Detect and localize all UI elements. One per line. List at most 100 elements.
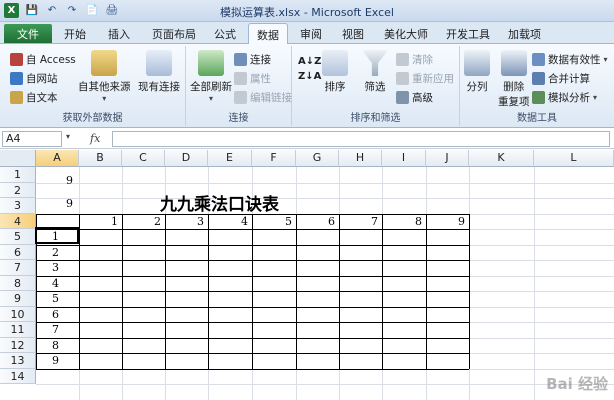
select-all-corner[interactable]	[0, 150, 36, 167]
row-header-1[interactable]: 1	[0, 167, 36, 183]
tab-data[interactable]: 数据	[248, 23, 288, 44]
column-header-l[interactable]: L	[534, 150, 614, 167]
refresh-all-button[interactable]: 全部刷新 ▾	[190, 50, 232, 103]
tab-home[interactable]: 开始	[64, 26, 86, 42]
name-box-dropdown-icon[interactable]: ▾	[66, 132, 70, 141]
header-row-cell[interactable]: 2	[122, 215, 161, 228]
data-validation-icon	[532, 53, 545, 66]
group-label: 排序和筛选	[350, 113, 401, 124]
column-header-b[interactable]: B	[79, 150, 122, 167]
formula-input[interactable]	[112, 131, 610, 147]
row-header-7[interactable]: 7	[0, 260, 36, 276]
edit-links-button[interactable]: 编辑链接	[234, 90, 292, 105]
column-header-c[interactable]: C	[122, 150, 165, 167]
existing-connections-button[interactable]: 现有连接	[138, 50, 180, 94]
header-column-cell[interactable]: 2	[52, 246, 59, 259]
table-border	[79, 213, 80, 369]
table-border	[382, 213, 383, 369]
header-column-cell[interactable]: 8	[52, 339, 59, 352]
name-box[interactable]: A4	[2, 131, 62, 147]
sort-az-button[interactable]: A↓Z Z↓A	[298, 56, 321, 82]
advanced-button[interactable]: 高级	[396, 90, 433, 105]
dropdown-arrow-icon: ▾	[208, 94, 213, 103]
tab-developer[interactable]: 开发工具	[446, 26, 490, 42]
group-label: 连接	[228, 113, 249, 124]
tab-page-layout[interactable]: 页面布局	[152, 26, 196, 42]
sort-ascending-icon: A↓Z	[298, 56, 322, 67]
table-border	[122, 213, 123, 369]
tab-view[interactable]: 视图	[342, 26, 364, 42]
from-access-button[interactable]: 自 Access	[10, 52, 76, 67]
header-row-cell[interactable]: 5	[252, 215, 292, 228]
existing-connections-icon	[146, 50, 172, 76]
connections-button[interactable]: 连接	[234, 52, 271, 67]
row-header-4[interactable]: 4	[0, 213, 36, 229]
tab-file[interactable]: 文件	[4, 24, 52, 43]
dropdown-arrow-icon: ▾	[603, 55, 608, 64]
header-row-cell[interactable]: 1	[79, 215, 118, 228]
text-file-icon	[10, 91, 23, 104]
cell-a1[interactable]: 9	[66, 174, 73, 187]
header-row-cell[interactable]: 6	[296, 215, 335, 228]
header-column-cell[interactable]: 7	[52, 323, 59, 336]
column-header-g[interactable]: G	[296, 150, 339, 167]
row-header-5[interactable]: 5	[0, 229, 36, 245]
row-header-10[interactable]: 10	[0, 306, 36, 322]
row-header-3[interactable]: 3	[0, 198, 36, 214]
header-column-cell[interactable]: 4	[52, 277, 59, 290]
column-header-d[interactable]: D	[165, 150, 208, 167]
column-header-k[interactable]: K	[469, 150, 534, 167]
from-other-sources-button[interactable]: 自其他来源 ▾	[78, 50, 131, 103]
header-column-cell[interactable]: 9	[52, 354, 59, 367]
sort-button[interactable]: 排序	[322, 50, 348, 94]
header-row-cell[interactable]: 7	[339, 215, 378, 228]
header-column-cell[interactable]: 3	[52, 261, 59, 274]
tab-insert[interactable]: 插入	[108, 26, 130, 42]
filter-button[interactable]: 筛选	[362, 50, 388, 94]
row-header-6[interactable]: 6	[0, 244, 36, 260]
active-cell-a4[interactable]	[35, 227, 79, 244]
reapply-button[interactable]: 重新应用	[396, 71, 454, 86]
spreadsheet-grid[interactable]: ABCDEFGHIJKL 1 2 3 4 5 6 7 8 9 10 11 12 13 14 9 9 九九乘…	[0, 150, 614, 400]
properties-button[interactable]: 属性	[234, 71, 271, 86]
column-header-a[interactable]: A	[36, 150, 79, 167]
remove-duplicates-button[interactable]: 删除 重复项	[498, 50, 530, 109]
header-column-cell[interactable]: 5	[52, 292, 59, 305]
from-web-button[interactable]: 自网站	[10, 71, 58, 86]
access-icon	[10, 53, 23, 66]
table-border	[208, 213, 209, 369]
what-if-analysis-button[interactable]: 模拟分析 ▾	[532, 90, 597, 105]
ribbon: 自 Access 自网站 自文本 自其他来源 ▾ 现有连接 获取外部数据 全部刷…	[0, 44, 614, 128]
tab-review[interactable]: 审阅	[300, 26, 322, 42]
row-header-13[interactable]: 13	[0, 353, 36, 369]
header-row-cell[interactable]: 8	[382, 215, 422, 228]
row-header-11[interactable]: 11	[0, 322, 36, 338]
column-header-j[interactable]: J	[426, 150, 469, 167]
header-row-cell[interactable]: 3	[165, 215, 204, 228]
consolidate-button[interactable]: 合并计算	[532, 71, 590, 86]
web-icon	[10, 72, 23, 85]
tab-formulas[interactable]: 公式	[214, 26, 236, 42]
row-header-14[interactable]: 14	[0, 368, 36, 384]
text-to-columns-button[interactable]: 分列	[464, 50, 490, 94]
tab-addins[interactable]: 加载项	[508, 26, 541, 42]
header-row-cell[interactable]: 9	[426, 215, 465, 228]
header-column-cell[interactable]: 6	[52, 308, 59, 321]
sheet-title[interactable]: 九九乘法口诀表	[160, 190, 279, 215]
from-text-button[interactable]: 自文本	[10, 90, 58, 105]
gridline	[534, 167, 535, 400]
row-header-12[interactable]: 12	[0, 337, 36, 353]
insert-function-icon[interactable]: fx	[90, 132, 100, 145]
tab-beautify[interactable]: 美化大师	[384, 26, 428, 42]
row-header-9[interactable]: 9	[0, 291, 36, 307]
column-header-f[interactable]: F	[252, 150, 296, 167]
column-header-h[interactable]: H	[339, 150, 382, 167]
header-row-cell[interactable]: 4	[208, 215, 248, 228]
cell-a2[interactable]: 9	[66, 197, 73, 210]
data-validation-button[interactable]: 数据有效性 ▾	[532, 52, 608, 67]
column-header-i[interactable]: I	[382, 150, 426, 167]
clear-button[interactable]: 清除	[396, 52, 433, 67]
column-header-e[interactable]: E	[208, 150, 252, 167]
row-header-2[interactable]: 2	[0, 182, 36, 198]
row-header-8[interactable]: 8	[0, 275, 36, 291]
